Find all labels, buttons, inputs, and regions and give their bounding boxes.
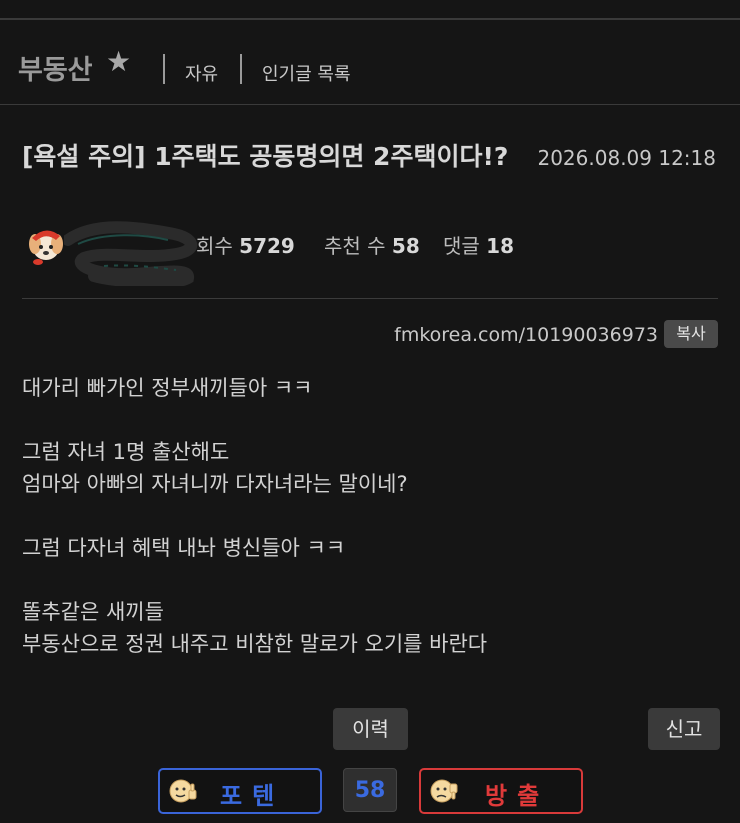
downvote-button[interactable]: 방출	[419, 768, 583, 814]
body-line	[22, 564, 718, 596]
body-line: 대가리 빠가인 정부새끼들아 ㅋㅋ	[22, 376, 313, 400]
post-date: 2026.08.09 12:18	[537, 146, 716, 170]
body-line: 그럼 다자녀 혜택 내놔 병신들아 ㅋㅋ	[22, 536, 346, 560]
nav-link-popular[interactable]: 인기글 목록	[262, 60, 351, 86]
post-url[interactable]: fmkorea.com/10190036973	[394, 324, 658, 346]
comments-label: 댓글	[443, 234, 480, 258]
star-icon[interactable]: ★	[106, 48, 131, 76]
views-label: 회수	[196, 234, 233, 258]
recommend-count: 58	[391, 234, 420, 258]
report-button[interactable]: 신고	[648, 708, 720, 750]
dog-avatar-icon[interactable]	[24, 222, 68, 266]
views-count: 5729	[239, 234, 295, 258]
history-button[interactable]: 이력	[333, 708, 408, 750]
vote-count: 58	[343, 768, 397, 812]
recommend-meta: 추천 수 58	[324, 230, 420, 259]
post-body: 대가리 빠가인 정부새끼들아 ㅋㅋ 그럼 자녀 1명 출산해도 엄마와 아빠의 …	[22, 372, 718, 660]
upvote-label: 포텐	[220, 782, 285, 810]
copy-url-button[interactable]: 복사	[664, 320, 718, 348]
author-name-redaction	[64, 221, 198, 286]
meta-divider	[22, 298, 718, 299]
thumbs-up-face-icon	[169, 779, 197, 803]
board-title[interactable]: 부동산	[18, 48, 93, 87]
body-line: 그럼 자녀 1명 출산해도	[22, 440, 230, 464]
header-divider	[0, 104, 740, 105]
nav-link-free[interactable]: 자유	[185, 60, 218, 86]
recommend-label: 추천 수	[324, 234, 386, 258]
body-line	[22, 500, 718, 532]
body-line	[22, 404, 718, 436]
body-line: 똘추같은 새끼들	[22, 600, 164, 624]
upvote-button[interactable]: 포텐	[158, 768, 322, 814]
views-meta: 회수 5729	[196, 230, 295, 259]
downvote-label: 방출	[485, 782, 550, 810]
post-title: [욕설 주의] 1주택도 공동명의면 2주택이다!?	[22, 142, 509, 171]
nav-separator	[240, 54, 242, 84]
comments-count: 18	[486, 234, 515, 258]
thumbs-down-face-icon	[430, 779, 458, 803]
body-line: 부동산으로 정권 내주고 비참한 말로가 오기를 바란다	[22, 632, 488, 656]
nav-separator	[163, 54, 165, 84]
comments-meta[interactable]: 댓글 18	[443, 230, 514, 259]
body-line: 엄마와 아빠의 자녀니까 다자녀라는 말이네?	[22, 472, 408, 496]
board-header: 부동산 ★ 자유 인기글 목록	[0, 20, 740, 106]
